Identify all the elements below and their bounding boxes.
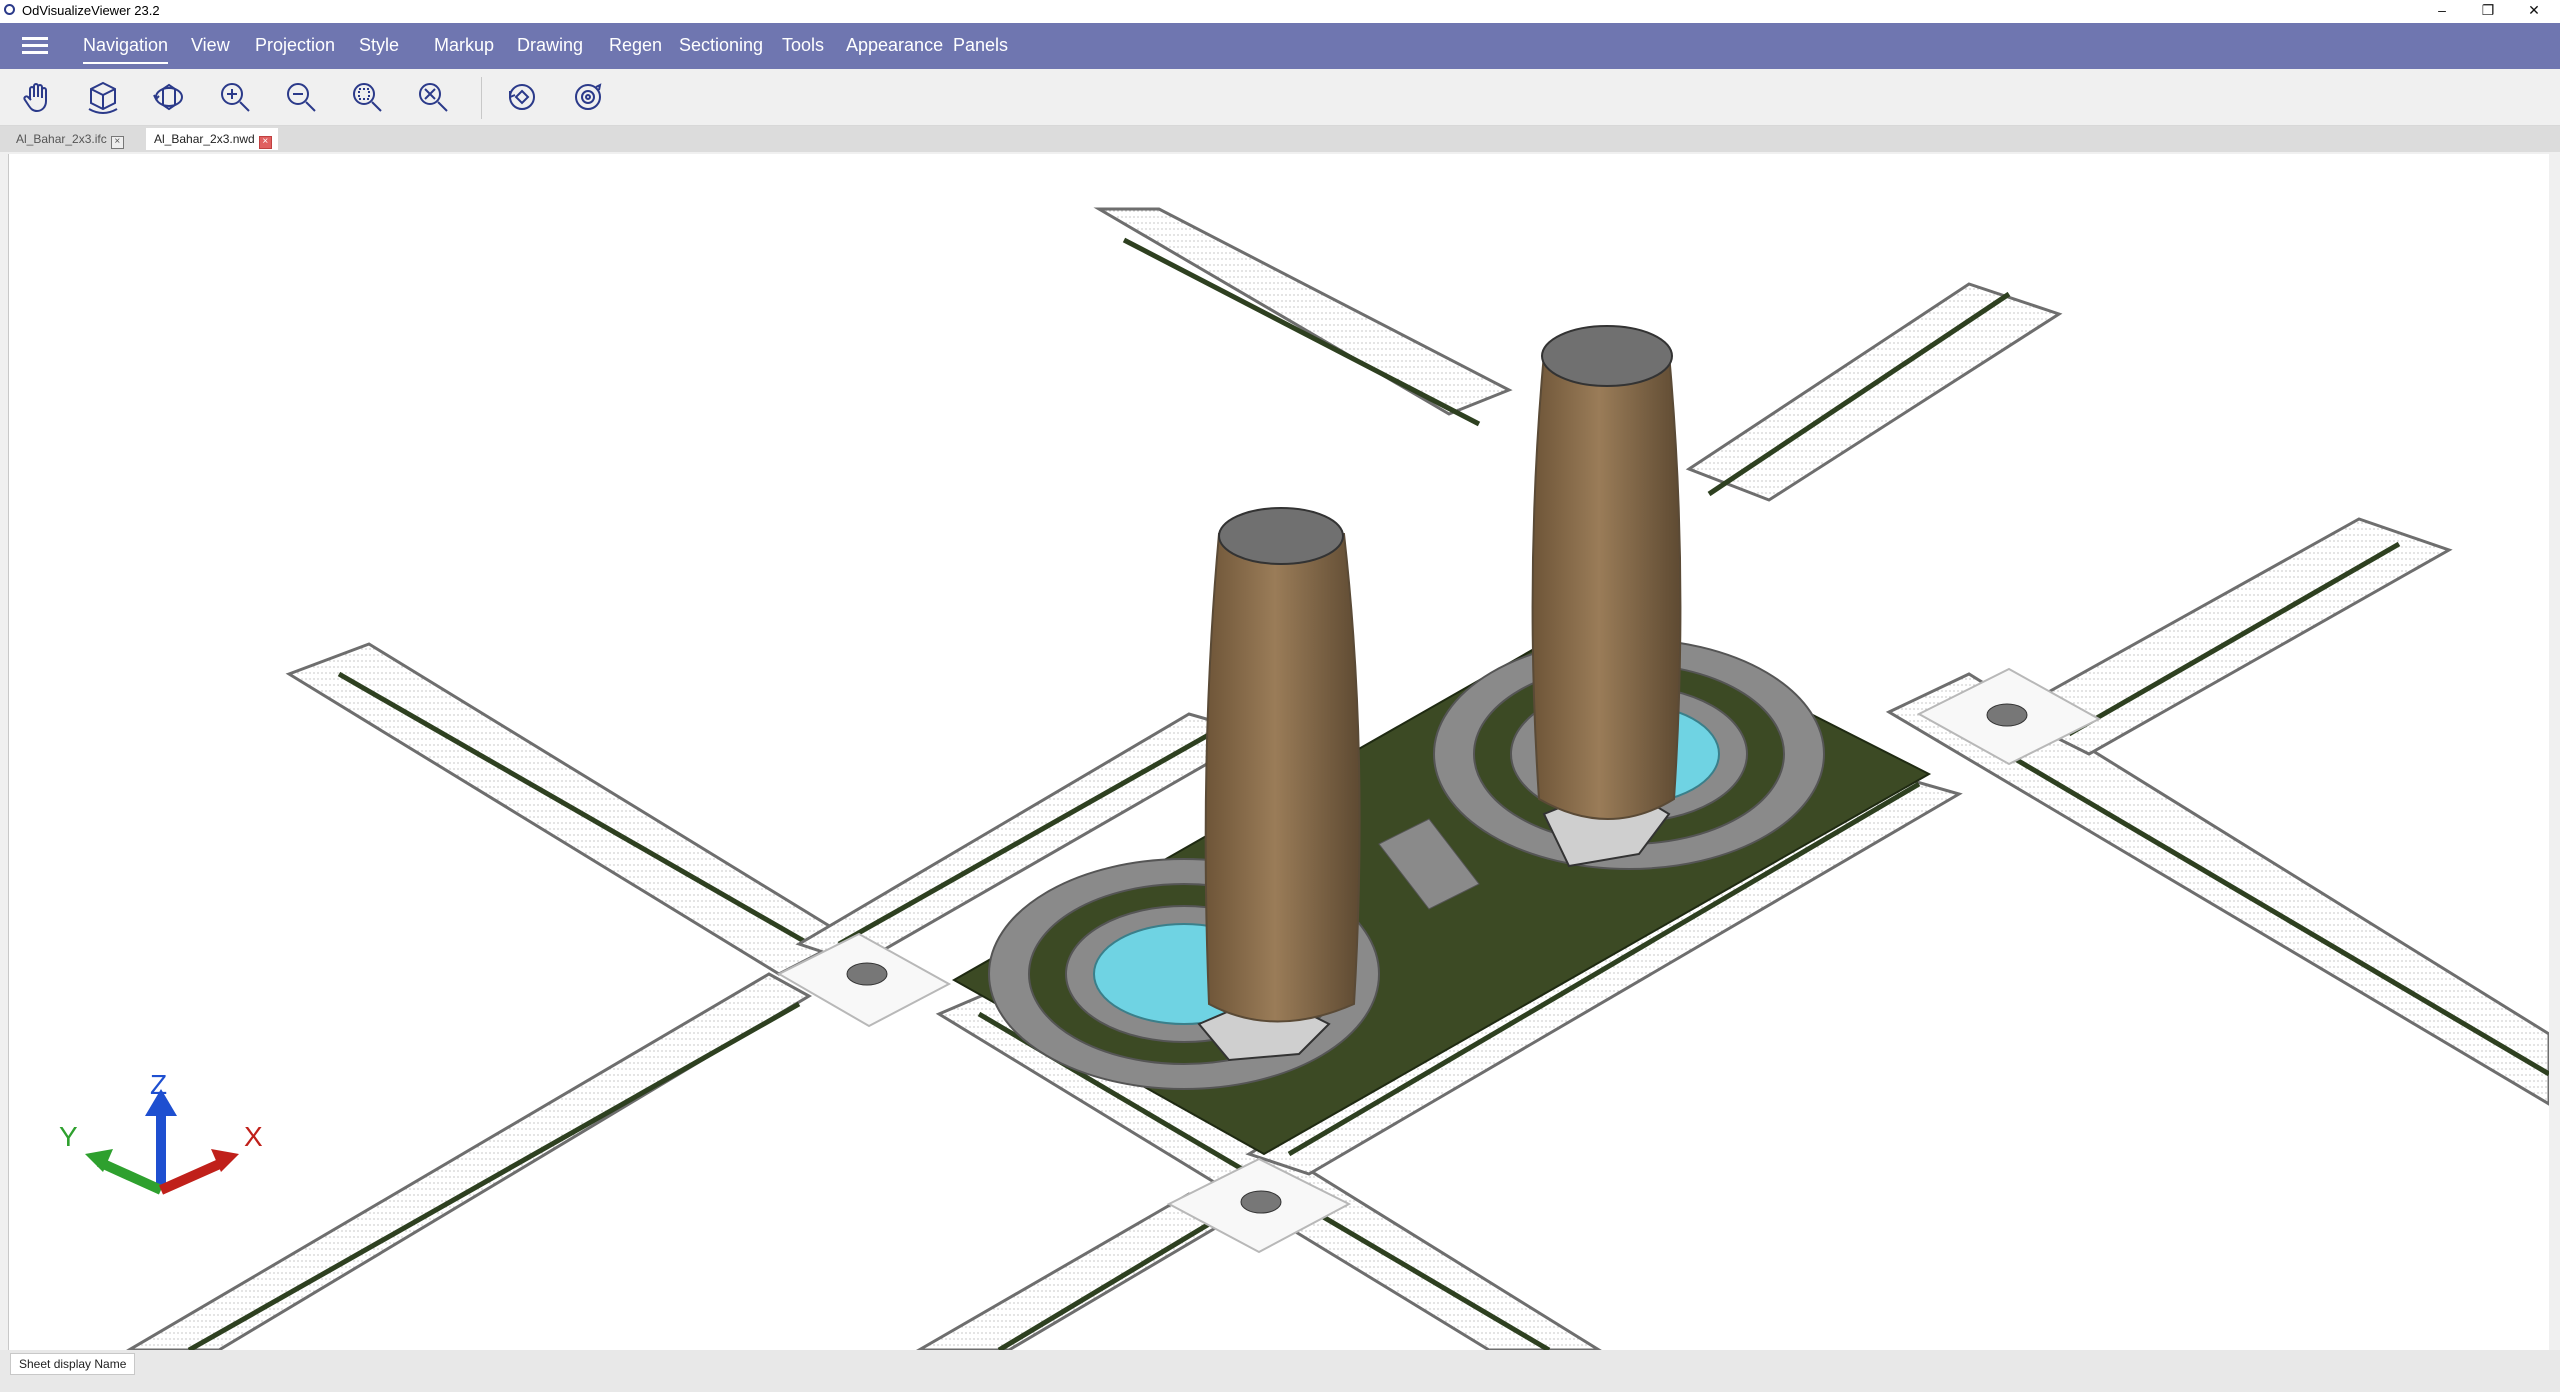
- close-tab-icon[interactable]: ×: [110, 136, 124, 149]
- tab-ifc[interactable]: Al_Bahar_2x3.ifc ×: [8, 128, 130, 150]
- zoom-extents-icon[interactable]: [413, 77, 453, 117]
- orbit-icon[interactable]: [149, 77, 189, 117]
- zoom-window-icon[interactable]: [347, 77, 387, 117]
- close-tab-icon[interactable]: ×: [258, 136, 272, 149]
- orbit-box-icon[interactable]: [83, 77, 123, 117]
- road-northwest: [1093, 207, 1513, 427]
- tab-nwd[interactable]: Al_Bahar_2x3.nwd ×: [146, 128, 278, 150]
- turntable-icon[interactable]: [568, 77, 608, 117]
- toolbar-separator: [481, 77, 482, 119]
- axis-z-label: Z: [150, 1069, 167, 1100]
- model-viewport[interactable]: Z Y X: [8, 154, 2549, 1350]
- menu-drawing[interactable]: Drawing: [517, 35, 583, 56]
- app-icon: [4, 4, 15, 15]
- hamburger-menu-icon[interactable]: [22, 37, 48, 55]
- axis-y-label: Y: [59, 1121, 78, 1152]
- tower-right: [1531, 325, 1682, 868]
- tower-left: [1197, 507, 1361, 1062]
- title-bar: OdVisualizeViewer 23.2 – ❐ ✕: [0, 0, 2560, 23]
- document-tabs: Al_Bahar_2x3.ifc × Al_Bahar_2x3.nwd ×: [0, 126, 2560, 152]
- minimize-button[interactable]: –: [2420, 0, 2464, 22]
- menu-panels[interactable]: Panels: [953, 35, 1008, 56]
- rotate-view-icon[interactable]: [502, 77, 542, 117]
- road-south: [916, 1192, 1243, 1350]
- zoom-out-icon[interactable]: [281, 77, 321, 117]
- menu-projection[interactable]: Projection: [255, 35, 335, 56]
- status-bar: Sheet display Name: [0, 1350, 2560, 1392]
- axis-x-label: X: [244, 1121, 263, 1152]
- menu-view[interactable]: View: [191, 35, 230, 56]
- menu-navigation[interactable]: Navigation: [83, 35, 169, 64]
- axis-triad: Z Y X: [59, 1069, 263, 1195]
- restore-button[interactable]: ❐: [2466, 0, 2510, 22]
- road-west: [285, 642, 853, 976]
- menu-appearance[interactable]: Appearance: [846, 35, 943, 56]
- tab-label: Al_Bahar_2x3.nwd: [154, 132, 255, 146]
- menu-bar: Navigation View Projection Style Markup …: [0, 23, 2560, 69]
- tab-label: Al_Bahar_2x3.ifc: [16, 132, 107, 146]
- road-northeast: [1685, 282, 2063, 502]
- close-button[interactable]: ✕: [2512, 0, 2556, 22]
- menu-sectioning[interactable]: Sectioning: [679, 35, 763, 56]
- pan-icon[interactable]: [17, 77, 57, 117]
- sheet-display-name-tab[interactable]: Sheet display Name: [10, 1353, 136, 1375]
- toolbar: [0, 69, 2560, 126]
- menu-tools[interactable]: Tools: [782, 35, 824, 56]
- menu-style[interactable]: Style: [359, 35, 399, 56]
- zoom-in-icon[interactable]: [215, 77, 255, 117]
- menu-markup[interactable]: Markup: [434, 35, 494, 56]
- window-title: OdVisualizeViewer 23.2: [22, 3, 160, 18]
- menu-regen[interactable]: Regen: [609, 35, 662, 56]
